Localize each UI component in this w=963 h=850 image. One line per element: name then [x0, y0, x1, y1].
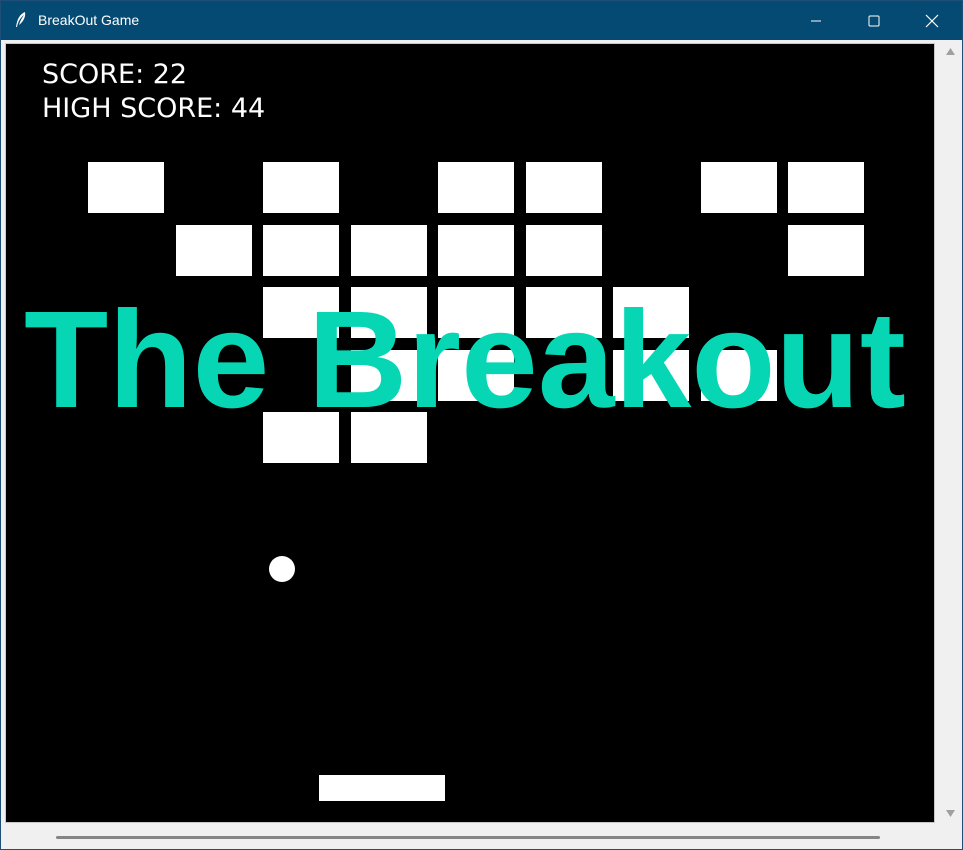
- arrow-up-icon[interactable]: [946, 48, 955, 55]
- maximize-icon: [868, 15, 880, 27]
- brick: [526, 225, 602, 276]
- maximize-button[interactable]: [845, 1, 903, 40]
- high-score-label: HIGH SCORE: 44: [42, 93, 266, 124]
- vertical-scrollbar[interactable]: [939, 41, 962, 825]
- window-title: BreakOut Game: [38, 12, 140, 28]
- brick: [788, 162, 864, 213]
- scrollbar-corner: [939, 825, 962, 849]
- brick: [176, 225, 252, 276]
- brick: [438, 162, 514, 213]
- game-title-overlay: The Breakout: [24, 283, 906, 437]
- score-label: SCORE: 22: [42, 59, 188, 90]
- brick: [263, 225, 339, 276]
- title-bar[interactable]: BreakOut Game: [1, 1, 962, 40]
- close-icon: [925, 14, 939, 28]
- brick: [263, 162, 339, 213]
- scroll-thumb[interactable]: [56, 836, 880, 839]
- brick: [88, 162, 164, 213]
- close-button[interactable]: [903, 1, 961, 40]
- arrow-down-icon[interactable]: [946, 810, 955, 817]
- ball: [269, 556, 295, 582]
- minimize-icon: [811, 20, 821, 22]
- horizontal-scrollbar[interactable]: [1, 825, 939, 849]
- brick: [438, 225, 514, 276]
- brick: [351, 225, 427, 276]
- brick: [788, 225, 864, 276]
- feather-icon: [16, 12, 26, 27]
- game-canvas[interactable]: SCORE: 22 HIGH SCORE: 44 The Breakout: [5, 43, 935, 823]
- brick: [526, 162, 602, 213]
- app-window: BreakOut Game SCORE: 22 HIGH SCORE: 44 T…: [0, 0, 963, 850]
- minimize-button[interactable]: [787, 1, 845, 40]
- paddle[interactable]: [319, 775, 445, 801]
- brick: [701, 162, 777, 213]
